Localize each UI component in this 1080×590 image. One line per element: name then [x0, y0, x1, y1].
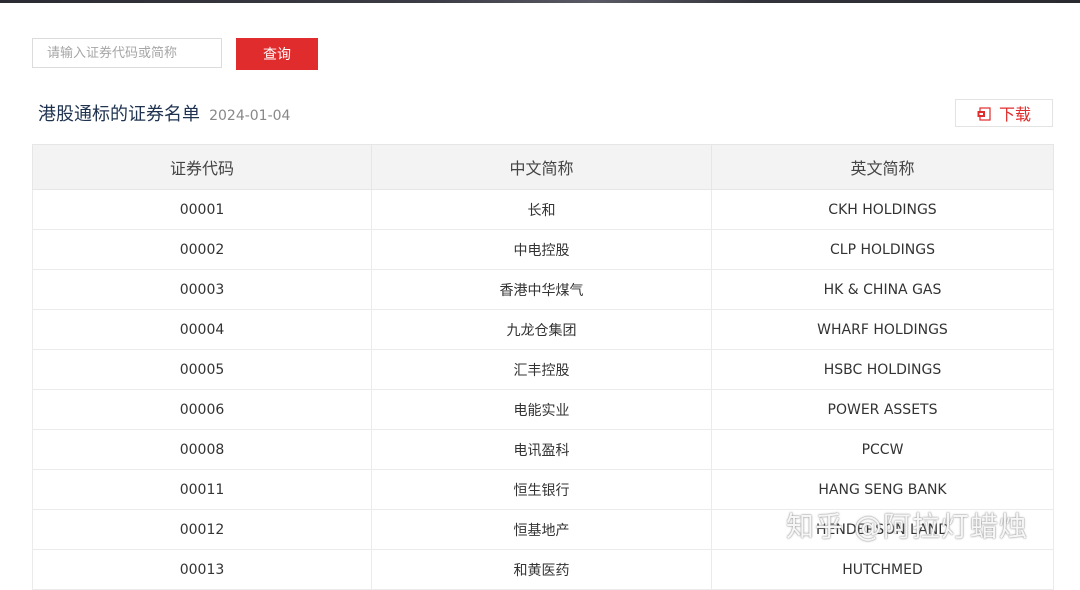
cell-chinese-name: 香港中华煤气: [371, 269, 712, 310]
search-button[interactable]: 查询: [236, 38, 318, 70]
cell-chinese-name: 电能实业: [371, 389, 712, 430]
cell-code: 00005: [32, 349, 372, 390]
cell-english-name: CKH HOLDINGS: [711, 189, 1054, 230]
cell-chinese-name: 长和: [371, 189, 712, 230]
cell-code: 00012: [32, 509, 372, 550]
cell-english-name: HSBC HOLDINGS: [711, 349, 1054, 390]
table-row: 00002 中电控股 CLP HOLDINGS: [32, 229, 1054, 270]
cell-code: 00004: [32, 309, 372, 350]
cell-english-name: POWER ASSETS: [711, 389, 1054, 430]
column-header-english-name: 英文简称: [711, 144, 1054, 190]
cell-chinese-name: 恒生银行: [371, 469, 712, 510]
cell-english-name: CLP HOLDINGS: [711, 229, 1054, 270]
cell-code: 00003: [32, 269, 372, 310]
cell-english-name: PCCW: [711, 429, 1054, 470]
cell-chinese-name: 恒基地产: [371, 509, 712, 550]
cell-english-name: HANG SENG BANK: [711, 469, 1054, 510]
table-row: 00001 长和 CKH HOLDINGS: [32, 189, 1054, 230]
cell-chinese-name: 汇丰控股: [371, 349, 712, 390]
cell-code: 00002: [32, 229, 372, 270]
cell-chinese-name: 中电控股: [371, 229, 712, 270]
cell-code: 00011: [32, 469, 372, 510]
cell-chinese-name: 九龙仓集团: [371, 309, 712, 350]
top-banner-strip: [0, 0, 1080, 3]
table-header-row: 证券代码 中文简称 英文简称: [32, 144, 1054, 190]
file-icon: [977, 106, 991, 121]
table-row: 00008 电讯盈科 PCCW: [32, 429, 1054, 470]
search-input[interactable]: [32, 38, 222, 68]
table-row: 00004 九龙仓集团 WHARF HOLDINGS: [32, 309, 1054, 350]
cell-code: 00001: [32, 189, 372, 230]
cell-code: 00006: [32, 389, 372, 430]
table-row: 00006 电能实业 POWER ASSETS: [32, 389, 1054, 430]
page-title: 港股通标的证券名单: [38, 104, 200, 125]
table-row: 00003 香港中华煤气 HK & CHINA GAS: [32, 269, 1054, 310]
table-row: 00011 恒生银行 HANG SENG BANK: [32, 469, 1054, 510]
cell-english-name: WHARF HOLDINGS: [711, 309, 1054, 350]
cell-chinese-name: 电讯盈科: [371, 429, 712, 470]
column-header-code: 证券代码: [32, 144, 372, 190]
table-row: 00005 汇丰控股 HSBC HOLDINGS: [32, 349, 1054, 390]
list-date: 2024-01-04: [209, 108, 291, 124]
zhihu-watermark: 知乎 @阿拉灯蜡烛: [786, 510, 1028, 543]
column-header-chinese-name: 中文简称: [371, 144, 712, 190]
cell-code: 00008: [32, 429, 372, 470]
cell-english-name: HK & CHINA GAS: [711, 269, 1054, 310]
download-button[interactable]: 下载: [955, 99, 1053, 127]
download-label: 下载: [998, 105, 1031, 124]
title-row: 港股通标的证券名单 2024-01-04: [38, 100, 290, 126]
